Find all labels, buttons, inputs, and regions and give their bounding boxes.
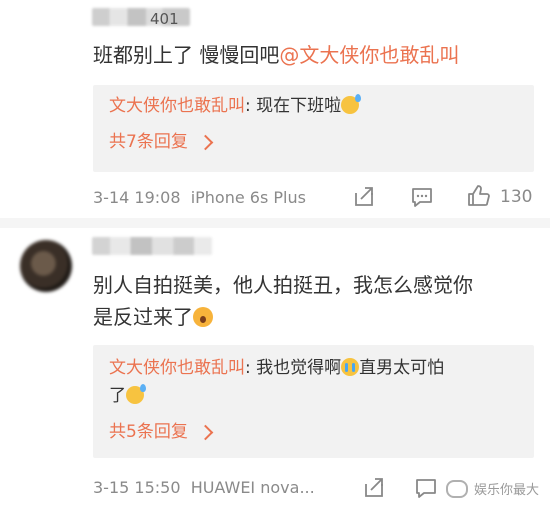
chevron-right-icon xyxy=(197,134,214,150)
watermark-text: 娱乐你最大 xyxy=(474,483,540,498)
comment-body: 班都别上了 慢慢回吧 xyxy=(93,43,280,67)
timestamp: 3-15 15:50 xyxy=(93,478,181,497)
shock-emoji-icon xyxy=(193,307,213,327)
device-label: iPhone 6s Plus xyxy=(190,188,306,207)
share-icon[interactable] xyxy=(362,476,386,500)
reply-username[interactable]: 文大侠你也敢乱叫 xyxy=(109,96,245,116)
sweat-emoji-icon xyxy=(126,384,146,404)
comment-text-line1: 别人自拍挺美，他人拍挺丑，我怎么感觉你 xyxy=(93,273,473,297)
like-count: 130 xyxy=(500,187,533,207)
reply-text-b: 直男太可怕 xyxy=(359,358,445,378)
wechat-icon xyxy=(446,479,468,498)
more-replies-label: 共5条回复 xyxy=(109,422,188,442)
comment-icon[interactable] xyxy=(414,476,438,500)
crying-emoji-icon xyxy=(341,358,360,376)
chevron-right-icon xyxy=(197,424,214,440)
more-replies-link[interactable]: 共5条回复 xyxy=(109,420,214,444)
comment-meta: 3-15 15:50 HUAWEI nova... xyxy=(93,478,315,498)
timestamp: 3-14 19:08 xyxy=(93,188,181,207)
more-replies-label: 共7条回复 xyxy=(109,132,188,152)
reply-line-2: 了 xyxy=(109,383,146,409)
reply-username[interactable]: 文大侠你也敢乱叫 xyxy=(109,358,245,378)
reply-line: 文大侠你也敢乱叫: 现在下班啦 xyxy=(109,93,362,119)
blurred-username xyxy=(92,237,212,255)
comment-text: 班都别上了 慢慢回吧@文大侠你也敢乱叫 xyxy=(93,41,459,69)
like-icon[interactable] xyxy=(467,184,491,208)
reply-text-c: 了 xyxy=(109,386,126,406)
reply-line: 文大侠你也敢乱叫: 我也觉得啊 直男太可怕 xyxy=(109,355,444,381)
comment-divider xyxy=(0,218,550,228)
comment-meta: 3-14 19:08 iPhone 6s Plus xyxy=(93,188,306,208)
mention-link[interactable]: @文大侠你也敢乱叫 xyxy=(279,43,459,67)
time-fragment: 401 xyxy=(150,10,179,28)
comment-icon[interactable] xyxy=(410,185,434,209)
share-icon[interactable] xyxy=(352,185,376,209)
watermark: 娱乐你最大 xyxy=(446,479,539,498)
more-replies-link[interactable]: 共7条回复 xyxy=(109,130,214,154)
avatar[interactable] xyxy=(20,240,72,292)
reply-text: : 现在下班啦 xyxy=(245,96,342,116)
comment-text-line2: 是反过来了 xyxy=(93,303,213,331)
sweat-emoji-icon xyxy=(341,94,362,114)
comment-body: 是反过来了 xyxy=(93,305,193,329)
device-label: HUAWEI nova... xyxy=(190,478,315,497)
reply-text-a: : 我也觉得啊 xyxy=(245,358,342,378)
